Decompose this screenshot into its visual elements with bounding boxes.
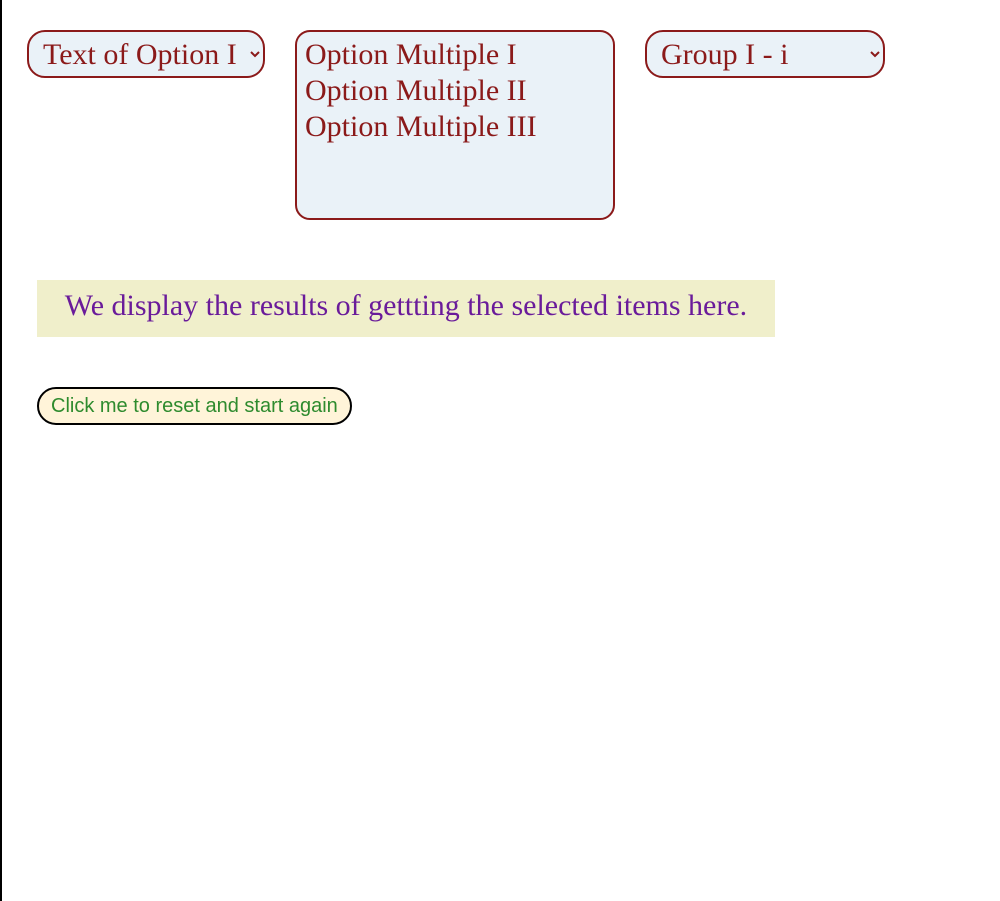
results-display: We display the results of gettting the s… xyxy=(37,280,775,337)
select-multiple-option-3[interactable]: Option Multiple III xyxy=(305,110,605,146)
selects-row: Text of Option I Option Multiple I Optio… xyxy=(27,30,975,220)
select-multiple-option-1[interactable]: Option Multiple I xyxy=(305,38,605,74)
select-multiple-option-2[interactable]: Option Multiple II xyxy=(305,74,605,110)
select-multiple[interactable]: Option Multiple I Option Multiple II Opt… xyxy=(295,30,615,220)
reset-button[interactable]: Click me to reset and start again xyxy=(37,387,352,425)
select-single-2[interactable]: Group I - i xyxy=(645,30,885,78)
main-container: Text of Option I Option Multiple I Optio… xyxy=(2,0,1000,455)
select-single-1[interactable]: Text of Option I xyxy=(27,30,265,78)
